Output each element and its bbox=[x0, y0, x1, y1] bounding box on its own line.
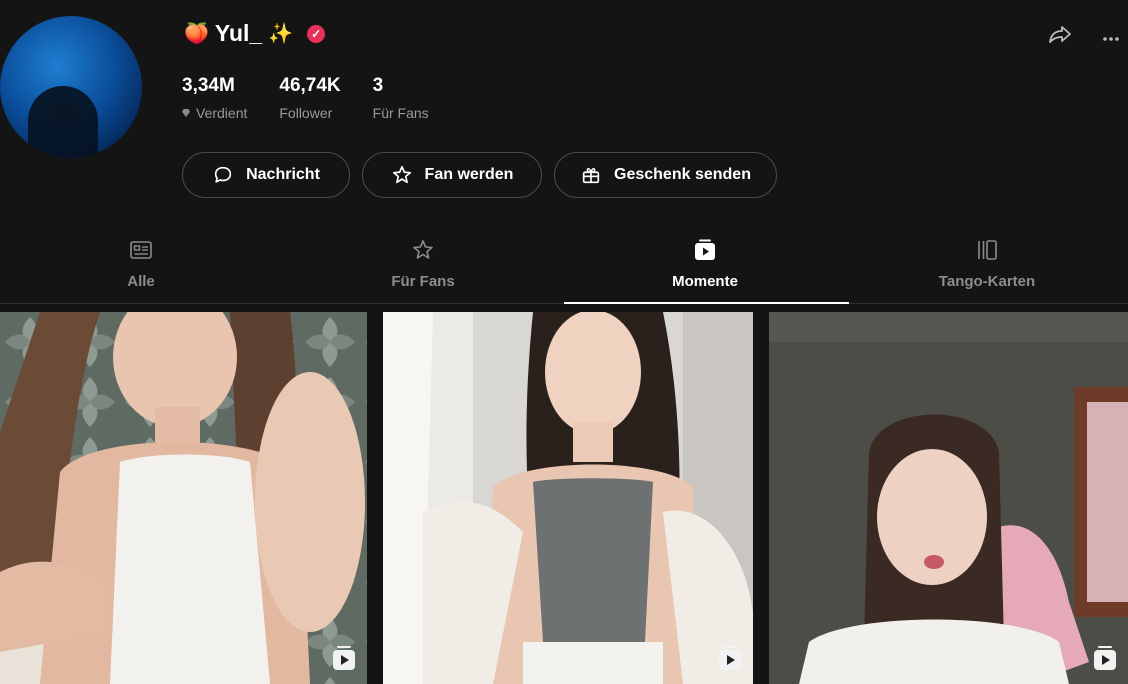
moment-thumbnail bbox=[769, 312, 1128, 684]
send-gift-button[interactable]: Geschenk senden bbox=[554, 152, 777, 198]
profile-stats: 3,34M Verdient 46,74K Follower 3 Für Fan… bbox=[182, 75, 461, 121]
moments-grid bbox=[0, 312, 1128, 684]
stat-label: Verdient bbox=[196, 105, 248, 121]
tab-label: Für Fans bbox=[391, 273, 455, 290]
message-button[interactable]: Nachricht bbox=[182, 152, 350, 198]
moments-play-icon bbox=[693, 237, 717, 263]
profile-name-row: 🍑 Yul_ ✨ ✓ bbox=[184, 20, 326, 47]
peach-emoji: 🍑 bbox=[184, 22, 209, 45]
moment-card-1[interactable] bbox=[0, 312, 367, 684]
moment-thumbnail bbox=[383, 312, 753, 684]
stat-earned: 3,34M Verdient bbox=[182, 75, 247, 121]
profile-name: Yul_ bbox=[214, 20, 263, 46]
become-fan-button[interactable]: Fan werden bbox=[362, 152, 542, 198]
tab-label: Alle bbox=[127, 273, 155, 290]
video-play-icon bbox=[719, 646, 741, 670]
verified-badge-icon: ✓ bbox=[307, 24, 326, 43]
become-fan-button-label: Fan werden bbox=[424, 166, 514, 183]
chat-bubble-icon bbox=[214, 166, 232, 183]
top-actions bbox=[1048, 24, 1120, 49]
tab-moments[interactable]: Momente bbox=[564, 237, 849, 304]
video-play-icon bbox=[333, 646, 355, 670]
share-icon[interactable] bbox=[1048, 24, 1072, 49]
tab-tango-cards[interactable]: Tango-Karten bbox=[846, 237, 1128, 303]
stat-label: Für Fans bbox=[372, 105, 429, 121]
moment-card-3[interactable] bbox=[769, 312, 1128, 684]
profile-avatar[interactable] bbox=[0, 16, 142, 158]
id-card-icon bbox=[129, 237, 153, 263]
stat-value: 3 bbox=[372, 75, 384, 96]
cards-icon bbox=[975, 237, 999, 263]
stat-followers[interactable]: 46,74K Follower bbox=[279, 75, 340, 121]
tab-label: Tango-Karten bbox=[938, 273, 1036, 290]
avatar-head bbox=[52, 98, 78, 128]
moment-thumbnail bbox=[0, 312, 367, 684]
profile-actions: Nachricht Fan werden Geschenk senden bbox=[182, 152, 777, 198]
tab-label: Momente bbox=[672, 273, 738, 290]
moment-card-2[interactable] bbox=[383, 312, 753, 684]
gift-icon bbox=[582, 167, 600, 184]
tab-for-fans[interactable]: Für Fans bbox=[282, 237, 564, 303]
stat-value: 46,74K bbox=[279, 75, 341, 96]
send-gift-button-label: Geschenk senden bbox=[614, 166, 751, 183]
profile-tabs: Alle Für Fans Momente Tango-Karten bbox=[0, 237, 1128, 304]
star-icon bbox=[392, 165, 411, 184]
star-icon bbox=[410, 237, 436, 263]
stat-label: Follower bbox=[279, 105, 333, 121]
more-options-icon[interactable] bbox=[1102, 26, 1120, 47]
tab-all[interactable]: Alle bbox=[0, 237, 282, 303]
message-button-label: Nachricht bbox=[246, 166, 320, 183]
stat-for-fans[interactable]: 3 Für Fans bbox=[373, 75, 429, 121]
video-play-icon bbox=[1094, 646, 1116, 670]
diamond-icon bbox=[182, 109, 190, 117]
sparkles-emoji: ✨ bbox=[268, 22, 294, 45]
stat-value: 3,34M bbox=[182, 75, 235, 96]
